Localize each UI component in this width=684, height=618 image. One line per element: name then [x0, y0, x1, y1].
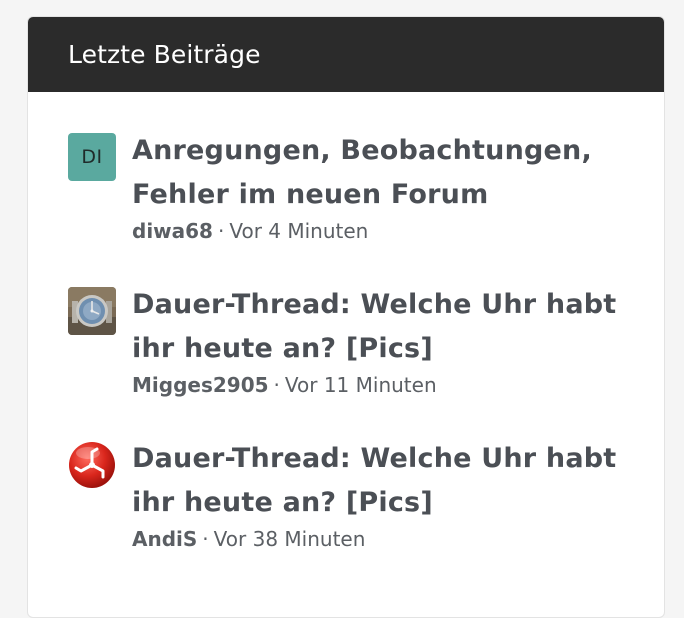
avatar[interactable]: [68, 441, 116, 489]
avatar[interactable]: [68, 287, 116, 335]
meta-separator: ·: [217, 219, 225, 243]
wristwatch-photo-icon: [68, 287, 116, 335]
post-meta: AndiS · Vor 38 Minuten: [132, 527, 622, 551]
post-time[interactable]: Vor 38 Minuten: [214, 527, 366, 551]
post-title-link[interactable]: Anregungen, Beobachtungen, Fehler im neu…: [132, 129, 622, 217]
post-meta: diwa68 · Vor 4 Minuten: [132, 219, 622, 243]
meta-separator: ·: [273, 373, 280, 397]
post-author-link[interactable]: Migges2905: [132, 373, 269, 397]
post-title-link[interactable]: Dauer-Thread: Welche Uhr habt ihr heute …: [132, 283, 622, 371]
post-meta: Migges2905 · Vor 11 Minuten: [132, 373, 622, 397]
triskelion-red-badge-icon: [69, 442, 115, 488]
post-time[interactable]: Vor 4 Minuten: [229, 219, 368, 243]
post-body: Anregungen, Beobachtungen, Fehler im neu…: [132, 133, 622, 243]
post-time[interactable]: Vor 11 Minuten: [285, 373, 437, 397]
widget-header: Letzte Beiträge: [28, 17, 664, 92]
latest-posts-widget: Letzte Beiträge DI Anregungen, Beobachtu…: [27, 16, 665, 618]
post-body: Dauer-Thread: Welche Uhr habt ihr heute …: [132, 441, 622, 551]
avatar[interactable]: DI: [68, 133, 116, 181]
post-body: Dauer-Thread: Welche Uhr habt ihr heute …: [132, 287, 622, 397]
post-title-link[interactable]: Dauer-Thread: Welche Uhr habt ihr heute …: [132, 437, 622, 525]
post-author-link[interactable]: AndiS: [132, 527, 197, 551]
avatar-initials: DI: [81, 146, 103, 168]
meta-separator: ·: [202, 527, 209, 551]
widget-title: Letzte Beiträge: [68, 40, 261, 69]
post-author-link[interactable]: diwa68: [132, 219, 213, 243]
